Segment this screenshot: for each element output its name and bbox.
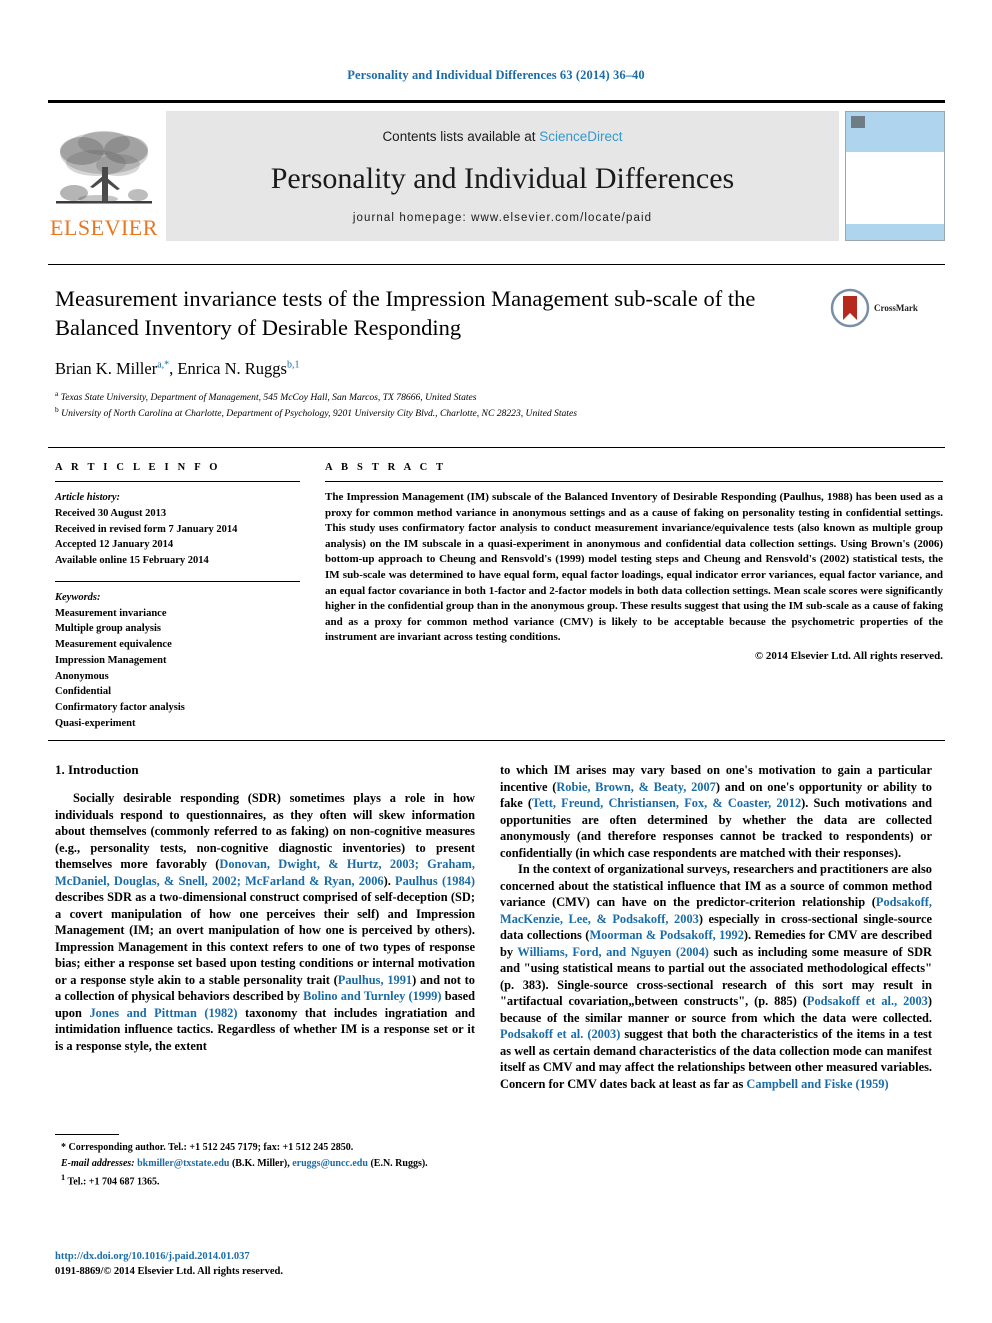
affiliation-b-text: University of North Carolina at Charlott…: [61, 407, 577, 419]
article-history-label: Article history:: [55, 492, 121, 503]
crossmark-badge[interactable]: CrossMark: [830, 288, 918, 328]
keywords-rule: [55, 580, 300, 582]
citation-link[interactable]: Paulhus, 1991: [338, 973, 412, 987]
keyword-item: Multiple group analysis: [55, 623, 161, 635]
running-head: Personality and Individual Differences 6…: [347, 68, 645, 82]
citation-link[interactable]: Tett, Freund, Christiansen, Fox, & Coast…: [532, 796, 801, 810]
title-block: Measurement invariance tests of the Impr…: [55, 285, 825, 421]
issn-copyright-line: 0191-8869/© 2014 Elsevier Ltd. All right…: [55, 1266, 283, 1278]
article-info-heading: A R T I C L E I N F O: [55, 462, 221, 473]
cover-contents-lines: [846, 152, 944, 190]
affiliation-a-text: Texas State University, Department of Ma…: [60, 391, 477, 403]
crossmark-icon: [830, 288, 870, 328]
citation-link[interactable]: Campbell and Fiske (1959): [746, 1077, 888, 1091]
journal-homepage-line[interactable]: journal homepage: www.elsevier.com/locat…: [353, 212, 652, 224]
article-info-column: A R T I C L E I N F O Article history: R…: [55, 462, 300, 732]
keyword-item: Quasi-experiment: [55, 717, 136, 729]
citation-link[interactable]: Podsakoff et al. (2003): [500, 1027, 620, 1041]
author-2-affil-marker: b,1: [286, 359, 300, 371]
article-info-rule: [55, 481, 300, 482]
paragraph-intro-1: Socially desirable responding (SDR) some…: [55, 790, 475, 1054]
footnote-block: * Corresponding author. Tel.: +1 512 245…: [55, 1141, 475, 1191]
elsevier-tree-icon: [56, 131, 152, 204]
info-divider: [48, 447, 945, 448]
author-1: Brian K. Miller: [55, 358, 158, 378]
crossmark-label: CrossMark: [874, 303, 918, 313]
sciencedirect-banner: Contents lists available at ScienceDirec…: [166, 111, 839, 241]
keyword-item: Confirmatory factor analysis: [55, 702, 185, 713]
history-item: Accepted 12 January 2014: [55, 539, 174, 551]
citation-link[interactable]: Paulhus (1984): [395, 874, 475, 888]
footnote-corresponding-author: * Corresponding author. Tel.: +1 512 245…: [61, 1142, 354, 1153]
affiliation-a: a Texas State University, Department of …: [55, 389, 825, 405]
contents-prefix: Contents lists available at: [382, 128, 540, 144]
affil-a-marker: a: [55, 388, 59, 398]
doi-block: http://dx.doi.org/10.1016/j.paid.2014.01…: [55, 1249, 485, 1279]
footnote-marker-1: 1: [61, 1173, 66, 1182]
footnote-tel: 1 Tel.: +1 704 687 1365.: [55, 1172, 475, 1190]
cover-header-band: [846, 112, 944, 152]
elsevier-logo: ELSEVIER: [48, 111, 160, 241]
footnote-tel-text: Tel.: +1 704 687 1365.: [67, 1176, 160, 1188]
email-link-1[interactable]: bkmiller@txstate.edu: [137, 1158, 229, 1169]
citation-link[interactable]: Williams, Ford, and Nguyen (2004): [517, 945, 709, 959]
text-run: ).: [383, 873, 396, 888]
text-run: In the context of organizational surveys…: [500, 862, 933, 909]
citation-link[interactable]: Moorman & Podsakoff, 1992: [589, 928, 743, 942]
body-column-left: 1. Introduction Socially desirable respo…: [55, 762, 475, 1054]
sciencedirect-link[interactable]: ScienceDirect: [539, 129, 622, 144]
author-2: Enrica N. Ruggs: [177, 358, 287, 378]
keyword-item: Impression Management: [55, 654, 167, 666]
body-column-right: to which IM arises may vary based on one…: [500, 762, 932, 1092]
citation-link[interactable]: Jones and Pittman (1982): [89, 1006, 237, 1020]
title-divider: [48, 264, 945, 265]
journal-masthead: ELSEVIER Contents lists available at Sci…: [48, 100, 945, 241]
abstract-copyright: © 2014 Elsevier Ltd. All rights reserved…: [754, 650, 943, 663]
paragraph-intro-3: In the context of organizational surveys…: [500, 861, 932, 1092]
contents-available-line: Contents lists available at ScienceDirec…: [382, 129, 622, 144]
paragraph-intro-2: to which IM arises may vary based on one…: [500, 762, 932, 861]
keywords-label: Keywords:: [55, 591, 101, 603]
history-item: Available online 15 February 2014: [55, 555, 209, 566]
history-item: Received 30 August 2013: [55, 507, 167, 519]
journal-title: Personality and Individual Differences: [270, 161, 735, 195]
abstract-text: The Impression Management (IM) subscale …: [325, 491, 943, 644]
citation-link[interactable]: Podsakoff et al., 2003: [807, 994, 928, 1008]
abstract-heading: A B S T R A C T: [325, 462, 447, 473]
keyword-item: Anonymous: [55, 670, 109, 682]
citation-link[interactable]: Robie, Brown, & Beaty, 2007: [556, 780, 716, 794]
keyword-item: Measurement invariance: [55, 607, 167, 619]
email-label: E-mail addresses:: [61, 1157, 135, 1169]
body-divider: [48, 740, 945, 741]
cover-footer-band: [846, 224, 944, 240]
email-link-2[interactable]: eruggs@uncc.edu: [292, 1158, 368, 1169]
section-heading-introduction: 1. Introduction: [55, 762, 139, 777]
doi-link[interactable]: http://dx.doi.org/10.1016/j.paid.2014.01…: [55, 1249, 485, 1264]
cover-publisher-badge: [851, 116, 865, 128]
footnote-divider: [55, 1134, 119, 1135]
paper-page: Personality and Individual Differences 6…: [0, 0, 992, 1323]
keyword-item: Confidential: [55, 686, 112, 698]
abstract-column: A B S T R A C T The Impression Managemen…: [325, 462, 943, 662]
elsevier-wordmark: ELSEVIER: [50, 215, 158, 240]
author-list: Brian K. Millera,*, Enrica N. Ruggsb,1: [55, 358, 300, 378]
abstract-rule: [325, 481, 943, 482]
citation-link[interactable]: Bolino and Turnley (1999): [303, 989, 441, 1003]
footnote-emails: E-mail addresses: bkmiller@txstate.edu (…: [55, 1157, 475, 1172]
email-owner-1: (B.K. Miller),: [231, 1157, 290, 1169]
history-item: Received in revised form 7 January 2014: [55, 523, 238, 535]
email-owner-2: (E.N. Ruggs).: [370, 1157, 428, 1169]
author-1-affil-marker: a,*: [157, 359, 170, 371]
journal-cover-thumbnail: [845, 111, 945, 241]
keyword-item: Measurement equivalence: [55, 639, 172, 650]
page-title: Measurement invariance tests of the Impr…: [55, 286, 756, 340]
affil-b-marker: b: [55, 404, 59, 414]
affiliation-b: b University of North Carolina at Charlo…: [55, 405, 825, 421]
